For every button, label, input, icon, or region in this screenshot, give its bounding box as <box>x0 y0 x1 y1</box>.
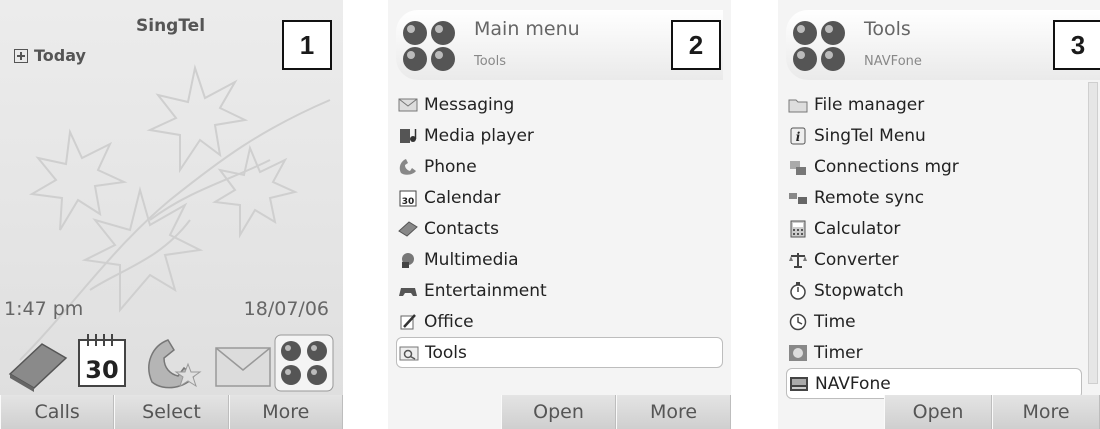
menu-item-label: Remote sync <box>814 187 925 208</box>
menu-item-label: Calendar <box>424 187 501 208</box>
open-softkey[interactable]: Open <box>501 395 616 429</box>
carrier-name: SingTel <box>136 16 206 36</box>
menu-title: Main menu <box>474 18 580 40</box>
home-screen: SingTel Today 1 1:47 pm 18/07/06 30 Call… <box>0 0 343 429</box>
menu-item-label: Media player <box>424 125 534 146</box>
menu-item-file-manager[interactable]: File manager <box>786 89 1082 120</box>
contacts-book-icon[interactable] <box>6 338 70 392</box>
folder-icon <box>788 96 808 114</box>
expand-icon <box>14 48 28 63</box>
sync-icon <box>788 189 808 207</box>
calculator-icon <box>788 220 808 238</box>
menu-item-label: Timer <box>814 342 863 363</box>
menu-item-label: Office <box>424 311 474 332</box>
menu-item-label: Tools <box>425 342 467 363</box>
menu-item-time[interactable]: Time <box>786 306 1082 337</box>
softkey-bar: Open More <box>388 395 731 429</box>
menu-item-label: Stopwatch <box>814 280 904 301</box>
shortcut-dock: 30 <box>0 326 343 394</box>
menu-item-label: Messaging <box>424 94 515 115</box>
open-softkey[interactable]: Open <box>884 395 992 429</box>
menu-item-calendar[interactable]: 30 Calendar <box>396 182 723 213</box>
tools-icon <box>399 344 419 362</box>
menu-item-entertainment[interactable]: Entertainment <box>396 275 723 306</box>
connections-icon <box>788 158 808 176</box>
select-softkey[interactable]: Select <box>114 395 229 429</box>
clock-date: 18/07/06 <box>243 298 329 320</box>
menu-item-phone[interactable]: Phone <box>396 151 723 182</box>
today-label: Today <box>34 46 86 65</box>
left-softkey-empty <box>388 395 501 429</box>
menu-item-calculator[interactable]: Calculator <box>786 213 1082 244</box>
menu-scrollbar[interactable] <box>1088 82 1098 384</box>
scale-icon <box>788 251 808 269</box>
menu-item-label: File manager <box>814 94 925 115</box>
screen-number: 1 <box>282 20 332 70</box>
more-softkey[interactable]: More <box>992 395 1100 429</box>
menu-item-label: Phone <box>424 156 477 177</box>
menu-item-label: NAVFone <box>815 373 891 394</box>
calendar-day-text: 30 <box>85 356 118 384</box>
main-menu-icon <box>403 21 455 71</box>
calls-softkey[interactable]: Calls <box>0 395 115 429</box>
tools-menu-list: File manager i SingTel Menu Connections … <box>786 89 1082 399</box>
menu-item-label: SingTel Menu <box>814 125 926 146</box>
menu-item-label: Converter <box>814 249 899 270</box>
calendar-icon[interactable]: 30 <box>76 332 128 390</box>
more-softkey[interactable]: More <box>228 395 343 429</box>
envelope-icon <box>398 96 418 114</box>
menu-item-timer[interactable]: Timer <box>786 337 1082 368</box>
navfone-icon <box>789 375 809 393</box>
contacts-book-icon <box>398 220 418 238</box>
svg-text:30: 30 <box>402 197 415 207</box>
envelope-icon[interactable] <box>214 344 272 388</box>
menu-item-converter[interactable]: Converter <box>786 244 1082 275</box>
svg-text:i: i <box>796 130 801 144</box>
main-menu-icon <box>793 21 845 71</box>
menu-item-remote-sync[interactable]: Remote sync <box>786 182 1082 213</box>
menu-item-label: Multimedia <box>424 249 519 270</box>
main-menu-screen: Main menu Tools 2 Messaging Media player… <box>388 0 731 429</box>
menu-item-label: Time <box>814 311 856 332</box>
softkey-bar: Calls Select More <box>0 395 343 429</box>
clock-icon <box>788 313 808 331</box>
menu-item-media-player[interactable]: Media player <box>396 120 723 151</box>
menu-item-office[interactable]: Office <box>396 306 723 337</box>
phone-icon <box>398 158 418 176</box>
gamepad-icon <box>398 282 418 300</box>
menu-item-label: Entertainment <box>424 280 547 301</box>
today-plugin[interactable]: Today <box>14 46 86 65</box>
media-player-icon <box>398 127 418 145</box>
menu-item-stopwatch[interactable]: Stopwatch <box>786 275 1082 306</box>
multimedia-icon <box>398 251 418 269</box>
main-menu-list: Messaging Media player Phone 30 Calendar… <box>396 89 723 368</box>
menu-item-messaging[interactable]: Messaging <box>396 89 723 120</box>
softkey-bar: Open More <box>778 395 1100 429</box>
main-menu-icon[interactable] <box>274 334 334 392</box>
clock-time: 1:47 pm <box>4 298 84 320</box>
menu-item-connections-mgr[interactable]: Connections mgr <box>786 151 1082 182</box>
calendar-icon: 30 <box>398 189 418 207</box>
menu-subtitle: NAVFone <box>864 54 922 69</box>
screen-number: 3 <box>1053 20 1100 70</box>
menu-title: Tools <box>864 18 911 40</box>
phone-icon[interactable] <box>142 334 204 392</box>
menu-subtitle: Tools <box>474 54 507 69</box>
timer-icon <box>788 344 808 362</box>
screen-number: 2 <box>671 20 721 70</box>
menu-item-tools[interactable]: Tools <box>396 337 723 368</box>
more-softkey[interactable]: More <box>616 395 731 429</box>
tools-menu-screen: Tools NAVFone 3 File manager i SingTel M… <box>778 0 1100 429</box>
left-softkey-empty <box>778 395 884 429</box>
menu-item-label: Calculator <box>814 218 901 239</box>
menu-item-multimedia[interactable]: Multimedia <box>396 244 723 275</box>
info-icon: i <box>788 127 808 145</box>
menu-item-label: Contacts <box>424 218 499 239</box>
stopwatch-icon <box>788 281 808 300</box>
menu-item-label: Connections mgr <box>814 156 959 177</box>
office-icon <box>398 313 418 331</box>
menu-item-singtel-menu[interactable]: i SingTel Menu <box>786 120 1082 151</box>
menu-item-contacts[interactable]: Contacts <box>396 213 723 244</box>
